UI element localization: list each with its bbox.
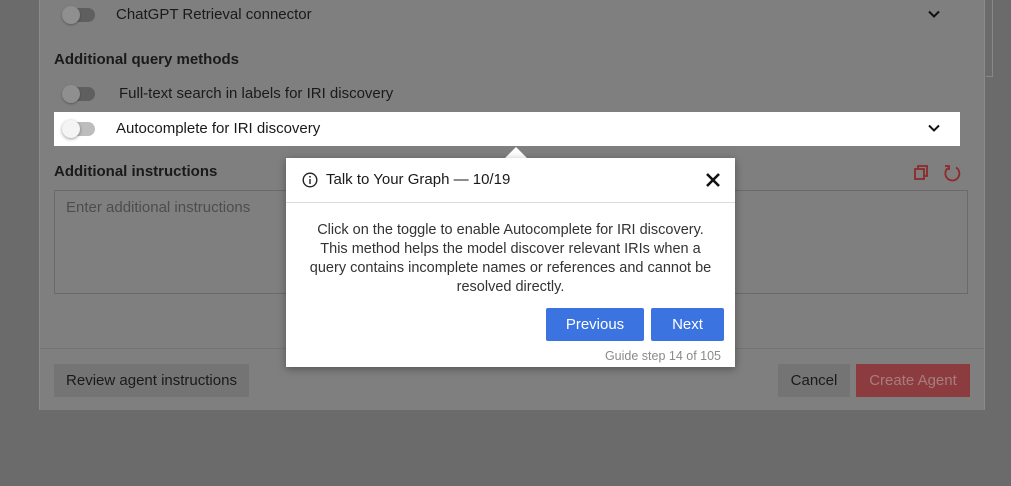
popover-title: Talk to Your Graph — 10/19: [326, 171, 511, 188]
guide-step-counter: Guide step 14 of 105: [604, 349, 721, 363]
cancel-button[interactable]: Cancel: [778, 364, 850, 397]
guide-popover: Talk to Your Graph — 10/19 Click on the …: [286, 158, 735, 367]
retrieval-connector-label: ChatGPT Retrieval connector: [116, 6, 312, 23]
autocomplete-label: Autocomplete for IRI discovery: [116, 120, 321, 137]
review-instructions-button[interactable]: Review agent instructions: [54, 364, 249, 397]
retrieval-connector-toggle[interactable]: [62, 6, 95, 24]
popover-arrow: [505, 147, 527, 158]
previous-button[interactable]: Previous: [546, 308, 644, 341]
close-icon[interactable]: [705, 172, 721, 188]
chevron-down-icon[interactable]: [924, 4, 944, 24]
background-panel-edge: [986, 0, 993, 77]
instructions-placeholder: Enter additional instructions: [66, 199, 251, 216]
create-agent-button[interactable]: Create Agent: [856, 364, 970, 397]
next-button[interactable]: Next: [651, 308, 724, 341]
autocomplete-toggle[interactable]: [62, 120, 95, 138]
chevron-down-icon[interactable]: [924, 118, 944, 138]
fulltext-search-toggle[interactable]: [62, 85, 95, 103]
fulltext-search-row[interactable]: Full-text search in labels for IRI disco…: [54, 77, 960, 111]
popover-header: Talk to Your Graph — 10/19: [286, 158, 735, 203]
additional-query-methods-title: Additional query methods: [54, 51, 240, 68]
popover-body: Click on the toggle to enable Autocomple…: [309, 222, 712, 295]
autocomplete-row[interactable]: Autocomplete for IRI discovery: [54, 112, 960, 146]
retrieval-connector-row[interactable]: ChatGPT Retrieval connector: [54, 0, 960, 32]
fulltext-search-label: Full-text search in labels for IRI disco…: [119, 85, 394, 102]
copy-icon[interactable]: [912, 164, 930, 182]
reset-icon[interactable]: [943, 164, 961, 182]
info-icon: [302, 172, 318, 188]
additional-instructions-title: Additional instructions: [54, 163, 218, 180]
